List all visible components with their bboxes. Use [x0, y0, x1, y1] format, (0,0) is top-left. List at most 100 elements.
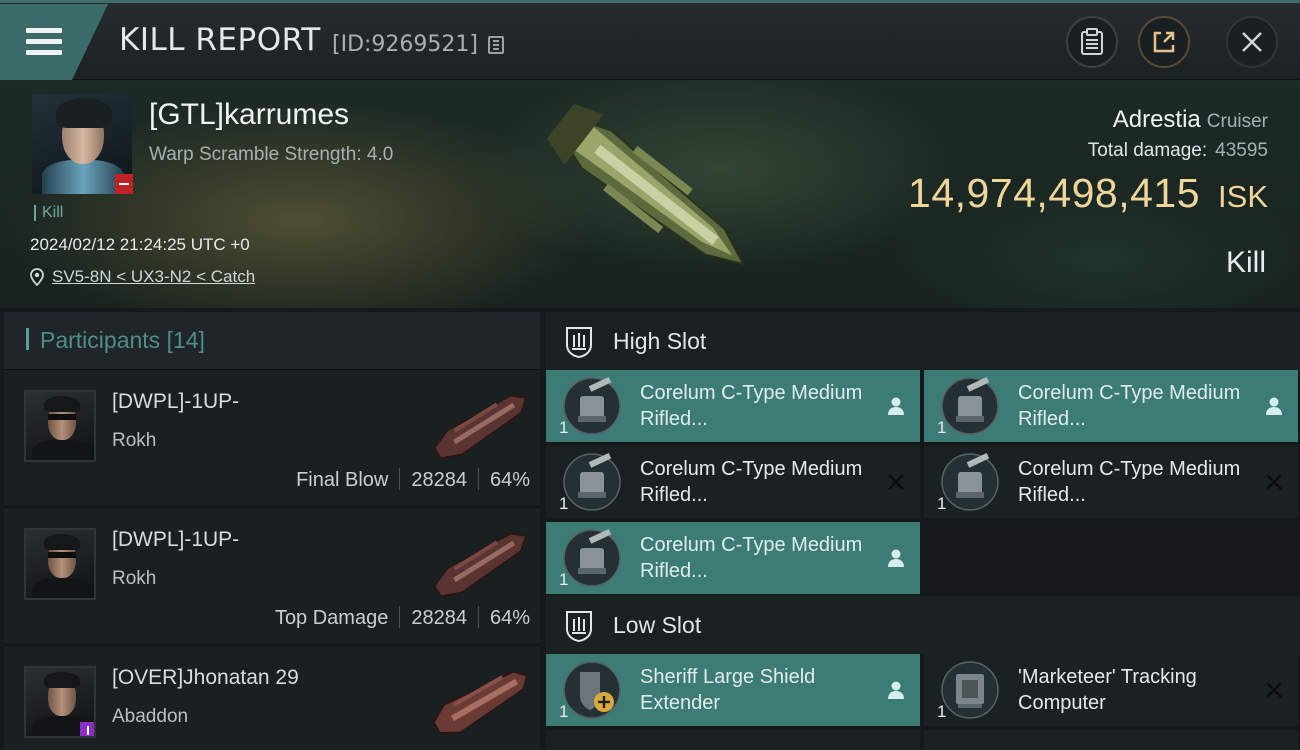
close-button[interactable]: [1226, 16, 1278, 68]
participant-avatar[interactable]: [24, 390, 96, 462]
module-item[interactable]: 1 Sheriff Large Shield Extender: [546, 654, 920, 726]
participant-name: [OVER]Jhonatan 29: [112, 666, 299, 689]
kill-banner: [GTL]karrumes Warp Scramble Strength: 4.…: [0, 80, 1300, 308]
dropped-person-icon: [1266, 397, 1282, 415]
participants-header[interactable]: Participants [14]: [4, 312, 540, 370]
menu-icon: [26, 28, 62, 56]
destroyed-x-icon: [1266, 682, 1282, 698]
location-link[interactable]: SV5-8N < UX3-N2 < Catch: [52, 267, 255, 287]
ship-name[interactable]: Adrestia: [1113, 106, 1201, 133]
low-slot-title: Low Slot: [613, 612, 702, 638]
module-qty: 1: [937, 418, 947, 437]
module-qty: 1: [559, 702, 569, 721]
result-label: Kill: [1225, 246, 1266, 279]
turret-icon: [563, 452, 621, 511]
isk-value: 14,974,498,415: [908, 170, 1201, 216]
victim-name[interactable]: [GTL]karrumes: [149, 98, 349, 132]
top-bar: KILL REPORT [ID:9269521]: [0, 0, 1300, 80]
participant-percent: 64%: [489, 607, 530, 629]
module-item[interactable]: 1 Corelum C-Type Medium Rifled...: [546, 370, 920, 442]
shield-extender-icon: [563, 661, 621, 719]
participant-row[interactable]: [DWPL]-1UP- Rokh Top Damage 28284 64%: [4, 510, 540, 646]
module-item[interactable]: 1 Corelum C-Type Medium Rifled...: [546, 522, 920, 594]
low-slot-header: Low Slot: [546, 596, 1300, 654]
close-icon: [1242, 32, 1262, 52]
participant-row[interactable]: [DWPL]-1UP- Rokh Final Blow 28284 64%: [4, 372, 540, 508]
module-item[interactable]: 1 Corelum C-Type Medium Rifled...: [924, 446, 1298, 518]
module-qty: 1: [559, 418, 569, 437]
victim-ship-image: [546, 103, 746, 266]
turret-icon: [941, 452, 999, 511]
module-item[interactable]: 1 'Marketeer' Tracking Computer: [924, 654, 1298, 726]
module-qty: 1: [937, 494, 947, 513]
module-name: Corelum C-Type Medium Rifled...: [640, 458, 863, 506]
total-damage-label: Total damage:: [1087, 140, 1208, 161]
clipboard-icon: [1081, 28, 1103, 55]
participant-badge: [80, 722, 94, 736]
participants-count: [14]: [166, 327, 205, 353]
menu-button[interactable]: [0, 4, 108, 80]
module-name: Corelum C-Type Medium Rifled...: [640, 382, 863, 430]
isk-value-line: 14,974,498,415 ISK: [908, 170, 1268, 217]
module-name: Corelum C-Type Medium Rifled...: [640, 534, 863, 582]
participant-ship: Abaddon: [112, 706, 189, 727]
module-item[interactable]: 1 Corelum C-Type Medium Rifled...: [924, 370, 1298, 442]
module-qty: 1: [937, 702, 947, 721]
participant-avatar[interactable]: [24, 666, 96, 738]
module-qty: 1: [559, 570, 569, 589]
total-damage-value: 43595: [1215, 140, 1268, 161]
total-damage: Total damage: 43595: [1088, 140, 1268, 162]
loss-badge: [115, 174, 133, 194]
top-accent-line: [0, 0, 1300, 3]
location-pin-icon: [30, 268, 44, 286]
dropped-person-icon: [888, 397, 904, 415]
participant-ship-image: [432, 671, 528, 734]
participant-stats: Top Damage 28284 64%: [275, 606, 530, 630]
participant-ship-image: [433, 395, 527, 459]
module-item[interactable]: [546, 730, 920, 750]
share-button[interactable]: [1138, 16, 1190, 68]
module-item[interactable]: 1 Corelum C-Type Medium Rifled...: [546, 446, 920, 518]
isk-unit: ISK: [1218, 179, 1268, 214]
kill-location[interactable]: SV5-8N < UX3-N2 < Catch: [30, 267, 255, 287]
turret-icon: [563, 376, 621, 435]
page-title: KILL REPORT: [119, 22, 321, 58]
participants-label: Participants: [40, 327, 161, 353]
turret-icon: [563, 528, 621, 587]
victim-ship: Adrestia Cruiser: [1113, 106, 1268, 134]
participant-role: Top Damage: [274, 607, 389, 629]
ship-class: Cruiser: [1206, 111, 1268, 132]
participant-damage: 28284: [411, 469, 467, 491]
participant-row[interactable]: [OVER]Jhonatan 29 Abaddon: [4, 648, 540, 750]
low-slot-icon: [566, 611, 592, 643]
warp-info: Warp Scramble Strength: 4.0: [149, 144, 394, 165]
module-item[interactable]: [924, 730, 1298, 750]
destroyed-x-icon: [1266, 474, 1282, 490]
participant-percent: 64%: [489, 469, 530, 491]
module-name: 'Marketeer' Tracking Computer: [1018, 666, 1197, 714]
participant-stats: Final Blow 28284 64%: [296, 468, 530, 492]
dropped-person-icon: [888, 549, 904, 567]
participant-role: Final Blow: [296, 469, 389, 491]
participant-name: [DWPL]-1UP-: [112, 528, 240, 551]
module-name: Corelum C-Type Medium Rifled...: [1018, 458, 1241, 506]
participant-ship: Rokh: [112, 568, 157, 589]
copy-icon[interactable]: [488, 36, 504, 54]
clipboard-button[interactable]: [1066, 16, 1118, 68]
participant-avatar[interactable]: [24, 528, 96, 600]
high-slot-icon: [566, 327, 592, 359]
module-name: Sheriff Large Shield Extender: [640, 666, 816, 714]
kill-tag: Kill: [34, 205, 63, 221]
participant-damage: 28284: [411, 607, 467, 629]
high-slot-header: High Slot: [546, 312, 1300, 370]
participants-panel: Participants [14] [DWPL]-1UP- Rokh Final…: [4, 312, 540, 750]
participant-ship: Rokh: [112, 430, 157, 451]
participant-name: [DWPL]-1UP-: [112, 390, 240, 413]
high-slot-title: High Slot: [613, 328, 707, 354]
kill-datetime: 2024/02/12 21:24:25 UTC +0: [30, 235, 250, 254]
module-qty: 1: [559, 494, 569, 513]
report-id: [ID:9269521]: [332, 32, 478, 57]
dropped-person-icon: [888, 681, 904, 699]
share-icon: [1153, 31, 1175, 53]
destroyed-x-icon: [888, 474, 904, 490]
